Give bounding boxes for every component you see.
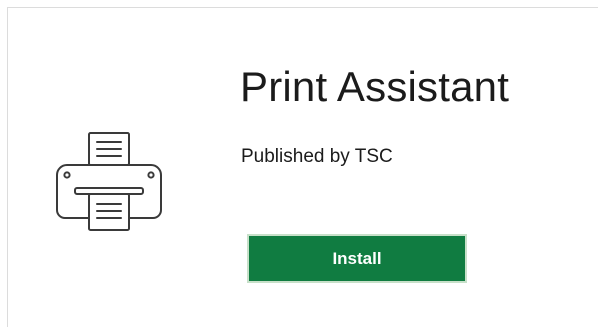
publisher-label: Published by TSC — [241, 146, 393, 167]
printer-icon — [53, 132, 165, 234]
install-button[interactable]: Install — [247, 234, 467, 283]
app-title: Print Assistant — [240, 63, 510, 110]
